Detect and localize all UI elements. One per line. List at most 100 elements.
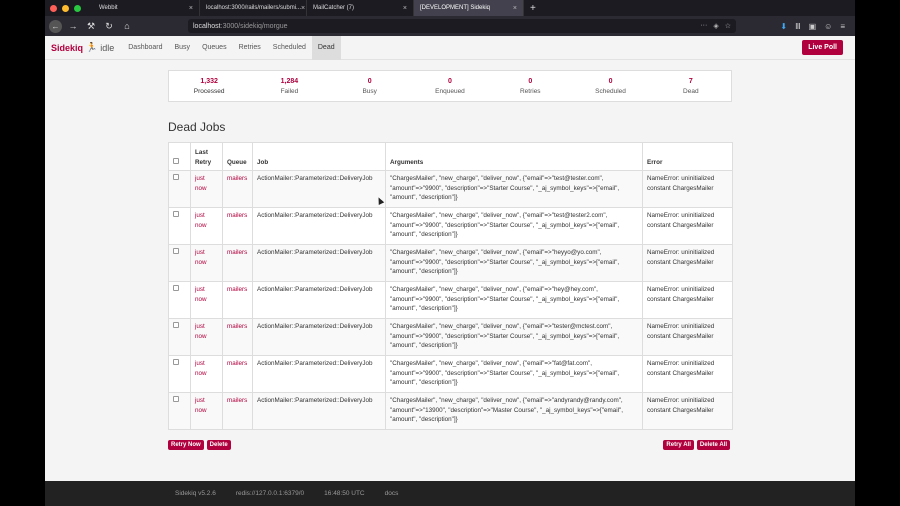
stat-enqueued[interactable]: 0 Enqueued bbox=[410, 71, 490, 101]
row-checkbox[interactable] bbox=[173, 174, 179, 180]
row-queue[interactable]: mailers bbox=[222, 355, 253, 393]
browser-tab[interactable]: Webbit × bbox=[93, 0, 200, 16]
wrench-icon[interactable]: ⚒ bbox=[84, 21, 98, 32]
tab-title: localhost:3000/rails/mailers/submi... bbox=[206, 5, 302, 11]
retry-now-button[interactable]: Retry Now bbox=[168, 440, 204, 450]
forward-icon[interactable]: → bbox=[66, 21, 80, 31]
row-select-cell bbox=[168, 392, 191, 430]
row-checkbox[interactable] bbox=[173, 211, 179, 217]
row-last-retry[interactable]: just now bbox=[190, 244, 223, 282]
header-job: Job bbox=[252, 142, 386, 171]
browser-tab[interactable]: MailCatcher (7) × bbox=[307, 0, 414, 16]
live-poll-button[interactable]: Live Poll bbox=[802, 40, 843, 55]
stat-failed[interactable]: 1,284 Failed bbox=[249, 71, 329, 101]
row-last-retry[interactable]: just now bbox=[190, 170, 223, 208]
row-error: NameError: uninitialized constant Charge… bbox=[642, 170, 733, 208]
row-last-retry[interactable]: just now bbox=[190, 207, 223, 245]
table-row: just now mailers ActionMailer::Parameteriz… bbox=[168, 318, 733, 356]
runner-icon: 🏃 bbox=[86, 42, 98, 52]
row-error: NameError: uninitialized constant Charge… bbox=[642, 244, 733, 282]
row-select-cell bbox=[168, 170, 191, 208]
browser-tab-active[interactable]: [DEVELOPMENT] Sidekiq × bbox=[414, 0, 524, 16]
row-select-cell bbox=[168, 318, 191, 356]
close-window-icon[interactable] bbox=[50, 4, 57, 12]
row-arguments: "ChargesMailer", "new_charge", "deliver_… bbox=[385, 392, 643, 430]
row-job: ActionMailer::Parameterized::DeliveryJob bbox=[252, 355, 386, 393]
row-checkbox[interactable] bbox=[173, 248, 179, 254]
table-row: just now mailers ActionMailer::Parameteriz… bbox=[168, 244, 733, 282]
row-job: ActionMailer::Parameterized::DeliveryJob bbox=[252, 170, 386, 208]
maximize-window-icon[interactable] bbox=[74, 4, 81, 12]
select-all-checkbox[interactable] bbox=[173, 157, 179, 164]
row-queue[interactable]: mailers bbox=[222, 170, 253, 208]
row-select-cell bbox=[168, 355, 191, 393]
table-header-row: Last Retry Queue Job Arguments Error bbox=[168, 142, 733, 171]
nav-dead[interactable]: Dead bbox=[311, 35, 341, 60]
stat-label: Dead bbox=[683, 88, 699, 95]
row-checkbox[interactable] bbox=[173, 359, 179, 365]
nav-busy[interactable]: Busy bbox=[169, 36, 197, 60]
tab-title: Webbit bbox=[99, 5, 118, 11]
brand-name: Sidekiq bbox=[51, 42, 84, 53]
close-tab-icon[interactable]: × bbox=[403, 5, 407, 12]
stat-value: 0 bbox=[608, 78, 613, 85]
close-tab-icon[interactable]: × bbox=[189, 5, 193, 12]
row-last-retry[interactable]: just now bbox=[190, 281, 223, 319]
download-icon[interactable]: ⬇ bbox=[780, 22, 787, 31]
nav-retries[interactable]: Retries bbox=[233, 36, 267, 60]
home-icon[interactable]: ⌂ bbox=[120, 21, 134, 31]
row-arguments: "ChargesMailer", "new_charge", "deliver_… bbox=[385, 170, 643, 208]
status-text: idle bbox=[100, 42, 115, 53]
row-last-retry[interactable]: just now bbox=[190, 318, 223, 356]
nav-dashboard[interactable]: Dashboard bbox=[122, 36, 168, 60]
stat-scheduled[interactable]: 0 Scheduled bbox=[570, 71, 650, 101]
row-select-cell bbox=[168, 281, 191, 319]
browser-tab[interactable]: localhost:3000/rails/mailers/submi... × bbox=[200, 0, 307, 16]
more-icon[interactable]: ··· bbox=[700, 22, 707, 30]
address-bar[interactable]: localhost:3000/sidekiq/morgue ··· ◈ ☆ bbox=[188, 19, 736, 33]
back-icon[interactable]: ← bbox=[49, 19, 62, 33]
minimize-window-icon[interactable] bbox=[62, 4, 69, 12]
stat-dead[interactable]: 7 Dead bbox=[651, 71, 731, 101]
row-arguments: "ChargesMailer", "new_charge", "deliver_… bbox=[385, 355, 643, 393]
row-select-cell bbox=[168, 244, 191, 282]
delete-all-button[interactable]: Delete All bbox=[696, 440, 730, 450]
close-tab-icon[interactable]: × bbox=[513, 5, 517, 12]
account-icon[interactable]: ☺ bbox=[824, 22, 832, 31]
menu-icon[interactable]: ≡ bbox=[840, 22, 845, 31]
header-error: Error bbox=[642, 142, 733, 171]
row-queue[interactable]: mailers bbox=[222, 207, 253, 245]
delete-button[interactable]: Delete bbox=[206, 440, 231, 450]
retry-all-button[interactable]: Retry All bbox=[663, 440, 694, 450]
stat-value: 0 bbox=[367, 78, 372, 85]
library-icon[interactable]: Ⅲ bbox=[795, 22, 801, 31]
footer-docs-link[interactable]: docs bbox=[385, 490, 399, 497]
reload-icon[interactable]: ↻ bbox=[102, 21, 116, 32]
stat-busy[interactable]: 0 Busy bbox=[330, 71, 410, 101]
brand[interactable]: Sidekiq 🏃 idle bbox=[51, 42, 114, 53]
stats-bar: 1,332 Processed 1,284 Failed 0 Busy 0 Enqueu… bbox=[168, 70, 732, 102]
stat-label: Retries bbox=[519, 88, 541, 95]
row-queue[interactable]: mailers bbox=[222, 318, 253, 356]
stat-label: Busy bbox=[362, 88, 377, 95]
row-arguments: "ChargesMailer", "new_charge", "deliver_… bbox=[385, 244, 643, 282]
url-host: localhost bbox=[193, 22, 221, 30]
pocket-icon[interactable]: ◈ bbox=[713, 22, 718, 30]
close-tab-icon[interactable]: × bbox=[301, 5, 305, 12]
stat-label: Enqueued bbox=[435, 88, 465, 95]
star-icon[interactable]: ☆ bbox=[725, 22, 731, 30]
stat-retries[interactable]: 0 Retries bbox=[490, 71, 570, 101]
row-last-retry[interactable]: just now bbox=[190, 392, 223, 430]
row-queue[interactable]: mailers bbox=[222, 244, 253, 282]
row-queue[interactable]: mailers bbox=[222, 281, 253, 319]
sidebar-icon[interactable]: ▣ bbox=[809, 22, 817, 31]
new-tab-icon[interactable]: + bbox=[524, 3, 542, 14]
nav-queues[interactable]: Queues bbox=[196, 36, 233, 60]
nav-scheduled[interactable]: Scheduled bbox=[267, 36, 312, 60]
row-checkbox[interactable] bbox=[173, 285, 179, 291]
row-checkbox[interactable] bbox=[173, 396, 179, 402]
row-checkbox[interactable] bbox=[173, 322, 179, 328]
row-queue[interactable]: mailers bbox=[222, 392, 253, 430]
row-last-retry[interactable]: just now bbox=[190, 355, 223, 393]
row-select-cell bbox=[168, 207, 191, 245]
